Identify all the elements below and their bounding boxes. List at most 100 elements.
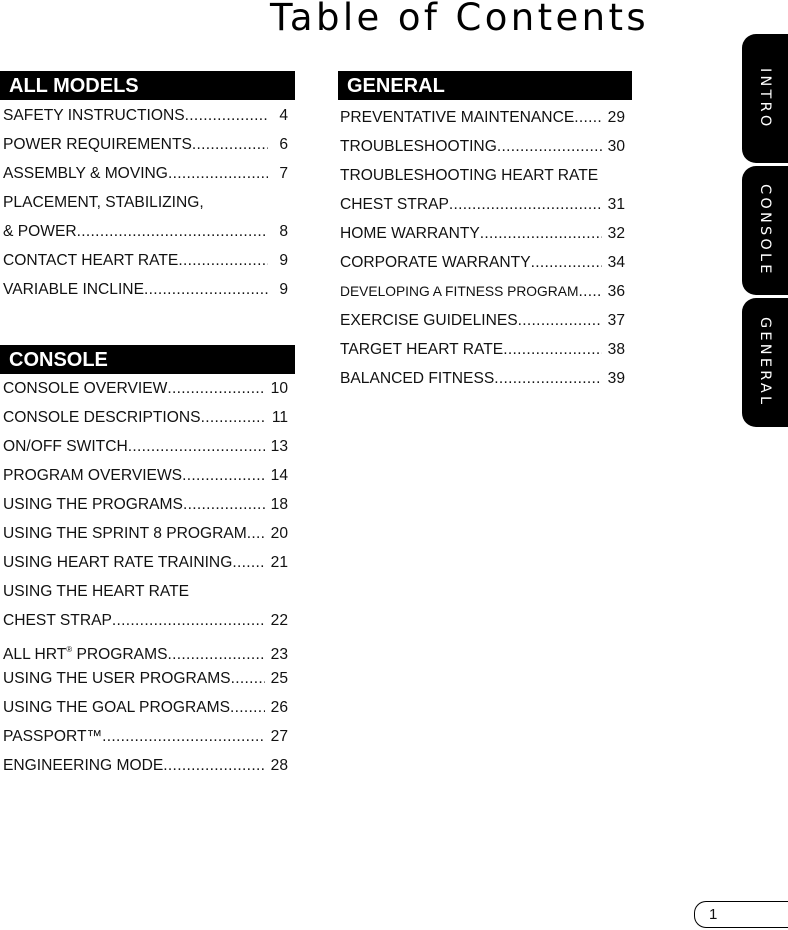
- toc-entry[interactable]: USING THE PROGRAMS 18: [3, 490, 288, 519]
- tab-general[interactable]: GENERAL: [742, 298, 788, 427]
- entry-label: USING HEART RATE TRAINING: [3, 554, 233, 571]
- dot-leader: [163, 751, 264, 780]
- dot-leader: [231, 664, 265, 693]
- entry-page: 27: [270, 728, 288, 745]
- dot-leader: [480, 219, 602, 248]
- toc-entry[interactable]: ON/OFF SWITCH 13: [3, 432, 288, 461]
- entry-label: POWER REQUIREMENTS: [3, 136, 192, 153]
- toc-entry[interactable]: ASSEMBLY & MOVING 7: [3, 159, 288, 188]
- entry-page: 18: [270, 496, 288, 513]
- toc-entry[interactable]: HOME WARRANTY 32: [340, 219, 625, 248]
- toc-entry[interactable]: CHEST STRAP 22: [3, 606, 288, 635]
- entry-page: 30: [607, 138, 625, 155]
- entry-label: ENGINEERING MODE: [3, 757, 164, 774]
- dot-leader: [497, 132, 602, 161]
- entry-page: 10: [270, 380, 288, 397]
- tab-console[interactable]: CONSOLE: [742, 166, 788, 295]
- entry-label: ON/OFF SWITCH: [3, 438, 128, 455]
- section-general: GENERAL PREVENTATIVE MAINTENANCE 29 TROUB…: [338, 71, 632, 393]
- tab-label: CONSOLE: [757, 184, 773, 277]
- toc-entry[interactable]: TROUBLESHOOTING 30: [340, 132, 625, 161]
- dot-leader: [574, 103, 601, 132]
- dot-leader: [578, 277, 601, 306]
- section-header: GENERAL: [338, 71, 632, 100]
- toc-entry[interactable]: DEVELOPING A FITNESS PROGRAM 36: [340, 277, 625, 306]
- dot-leader: [494, 364, 601, 393]
- side-tabs: INTRO CONSOLE GENERAL: [742, 34, 788, 430]
- toc-entry[interactable]: TROUBLESHOOTING HEART RATE: [340, 161, 625, 190]
- toc-entry[interactable]: POWER REQUIREMENTS 6: [3, 130, 288, 159]
- dot-leader: [178, 246, 268, 275]
- toc-entry[interactable]: EXERCISE GUIDELINES 37: [340, 306, 625, 335]
- entry-label: EXERCISE GUIDELINES: [340, 312, 518, 329]
- entry-page: 25: [270, 670, 288, 687]
- entry-page: 20: [270, 525, 288, 542]
- toc-entry[interactable]: PREVENTATIVE MAINTENANCE 29: [340, 103, 625, 132]
- section-all-models: ALL MODELS SAFETY INSTRUCTIONS 4 POWER RE…: [0, 71, 295, 304]
- dot-leader: [112, 606, 265, 635]
- toc-entry[interactable]: PLACEMENT, STABILIZING,: [3, 188, 288, 217]
- toc-entry[interactable]: BALANCED FITNESS 39: [340, 364, 625, 393]
- toc-entry[interactable]: ALL HRT® PROGRAMS23: [3, 635, 288, 664]
- dot-leader: [247, 519, 265, 548]
- dot-leader: [230, 693, 265, 722]
- toc-entry[interactable]: USING HEART RATE TRAINING 21: [3, 548, 288, 577]
- dot-leader: [128, 432, 265, 461]
- dot-leader: [531, 248, 602, 277]
- dot-leader: [232, 548, 264, 577]
- dot-leader: [449, 190, 602, 219]
- dot-leader: [182, 461, 265, 490]
- toc-entry[interactable]: SAFETY INSTRUCTIONS 4: [3, 101, 288, 130]
- tab-label: INTRO: [757, 67, 773, 130]
- toc-entry[interactable]: TARGET HEART RATE 38: [340, 335, 625, 364]
- entry-page: 32: [607, 225, 625, 242]
- entry-label: TROUBLESHOOTING: [340, 138, 497, 155]
- entry-label: DEVELOPING A FITNESS PROGRAM: [340, 284, 579, 299]
- section-console: CONSOLE CONSOLE OVERVIEW 10 CONSOLE DESCR…: [0, 345, 295, 780]
- entry-page: 4: [279, 107, 288, 124]
- entry-label: HOME WARRANTY: [340, 225, 480, 242]
- entry-label: SAFETY INSTRUCTIONS: [3, 107, 185, 124]
- entry-page: 14: [270, 467, 288, 484]
- entry-label: CORPORATE WARRANTY: [340, 254, 531, 271]
- toc-entry[interactable]: CONSOLE DESCRIPTIONS 11: [3, 403, 288, 432]
- toc-entry[interactable]: ENGINEERING MODE 28: [3, 751, 288, 780]
- dot-leader: [518, 306, 602, 335]
- dot-leader: [168, 159, 268, 188]
- toc-entry[interactable]: PROGRAM OVERVIEWS 14: [3, 461, 288, 490]
- section-header: CONSOLE: [0, 345, 295, 374]
- toc-entry[interactable]: CHEST STRAP 31: [340, 190, 625, 219]
- entry-page: 22: [270, 612, 288, 629]
- entry-page: 29: [607, 109, 625, 126]
- tab-intro[interactable]: INTRO: [742, 34, 788, 163]
- entry-page: 28: [270, 757, 288, 774]
- dot-leader: [185, 101, 268, 130]
- entry-page: 9: [279, 281, 288, 298]
- toc-entry[interactable]: USING THE HEART RATE: [3, 577, 288, 606]
- toc-entry[interactable]: CORPORATE WARRANTY 34: [340, 248, 625, 277]
- entry-label: CHEST STRAP: [340, 196, 449, 213]
- toc-entry[interactable]: VARIABLE INCLINE 9: [3, 275, 288, 304]
- entry-label: CONTACT HEART RATE: [3, 252, 179, 269]
- entry-page: 37: [607, 312, 625, 329]
- entry-page: 26: [270, 699, 288, 716]
- dot-leader: [183, 490, 265, 519]
- toc-entry[interactable]: CONSOLE OVERVIEW 10: [3, 374, 288, 403]
- toc-entry[interactable]: USING THE SPRINT 8 PROGRAM 20: [3, 519, 288, 548]
- entry-label: USING THE PROGRAMS: [3, 496, 183, 513]
- entry-page: 11: [271, 409, 288, 426]
- entry-label: PLACEMENT, STABILIZING,: [3, 194, 204, 211]
- entry-label: USING THE USER PROGRAMS: [3, 670, 231, 687]
- toc-entry[interactable]: PASSPORT™ 27: [3, 722, 288, 751]
- toc-entry[interactable]: CONTACT HEART RATE 9: [3, 246, 288, 275]
- toc-entry[interactable]: & POWER 8: [3, 217, 288, 246]
- dot-leader: [167, 374, 264, 403]
- tab-label: GENERAL: [757, 317, 773, 408]
- entry-label: PASSPORT™: [3, 728, 103, 745]
- toc-entry[interactable]: USING THE GOAL PROGRAMS 26: [3, 693, 288, 722]
- toc-entry[interactable]: USING THE USER PROGRAMS 25: [3, 664, 288, 693]
- entry-label: CONSOLE DESCRIPTIONS: [3, 409, 201, 426]
- entry-label: CONSOLE OVERVIEW: [3, 380, 168, 397]
- dot-leader: [102, 722, 265, 751]
- entry-label: TARGET HEART RATE: [340, 341, 504, 358]
